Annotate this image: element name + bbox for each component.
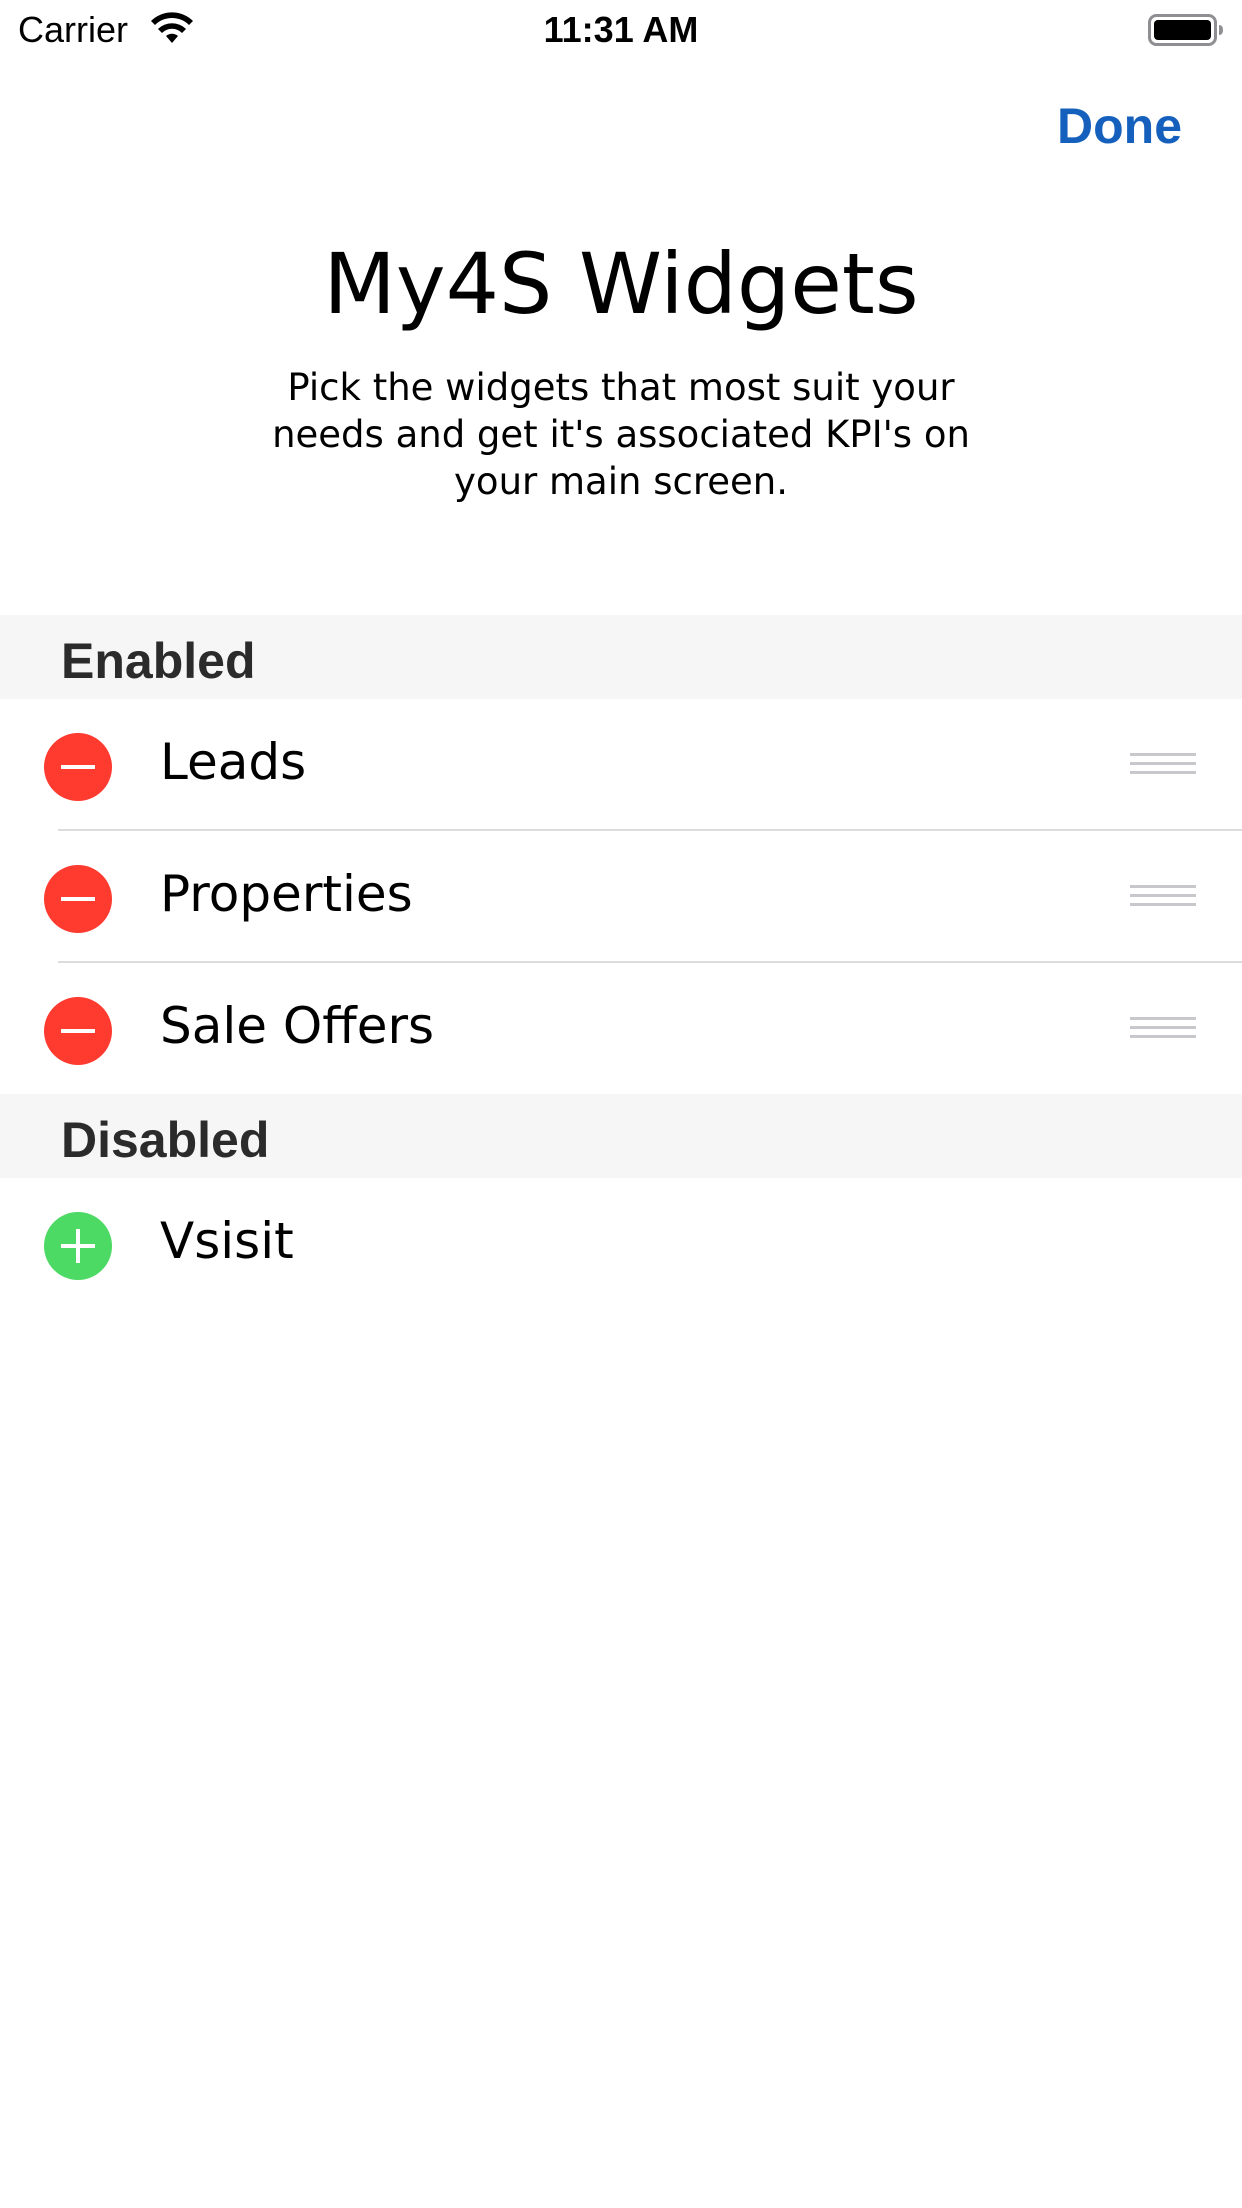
minus-icon <box>61 897 95 901</box>
list-item-label: Sale Offers <box>160 997 435 1055</box>
battery-icon <box>1148 14 1223 46</box>
section-label-enabled: Enabled <box>61 633 256 689</box>
section-label-disabled: Disabled <box>61 1112 270 1168</box>
minus-icon <box>61 765 95 769</box>
remove-button[interactable] <box>44 733 112 801</box>
list-item-label: Properties <box>160 865 413 923</box>
add-button[interactable] <box>44 1212 112 1280</box>
page-title: My4S Widgets <box>323 235 919 333</box>
remove-button[interactable] <box>44 865 112 933</box>
list-item-properties[interactable]: Properties <box>0 831 1242 963</box>
remove-button[interactable] <box>44 997 112 1065</box>
section-header-enabled: Enabled <box>0 615 1242 699</box>
reorder-handle-icon[interactable] <box>1130 881 1196 911</box>
list-item-vsisit[interactable]: Vsisit <box>0 1178 1242 1310</box>
status-bar: Carrier 11:31 AM <box>0 0 1242 60</box>
minus-icon <box>61 1029 95 1033</box>
list-item-label: Leads <box>160 733 307 791</box>
list-item-leads[interactable]: Leads <box>0 699 1242 831</box>
section-header-disabled: Disabled <box>0 1094 1242 1178</box>
status-time: 11:31 AM <box>543 9 699 50</box>
page-subtitle: Pick the widgets that most suit your nee… <box>272 366 970 503</box>
list-item-sale-offers[interactable]: Sale Offers <box>0 963 1242 1095</box>
reorder-handle-icon[interactable] <box>1130 1013 1196 1043</box>
list-item-label: Vsisit <box>160 1212 294 1270</box>
done-button[interactable]: Done <box>1057 98 1182 154</box>
reorder-handle-icon[interactable] <box>1130 749 1196 779</box>
